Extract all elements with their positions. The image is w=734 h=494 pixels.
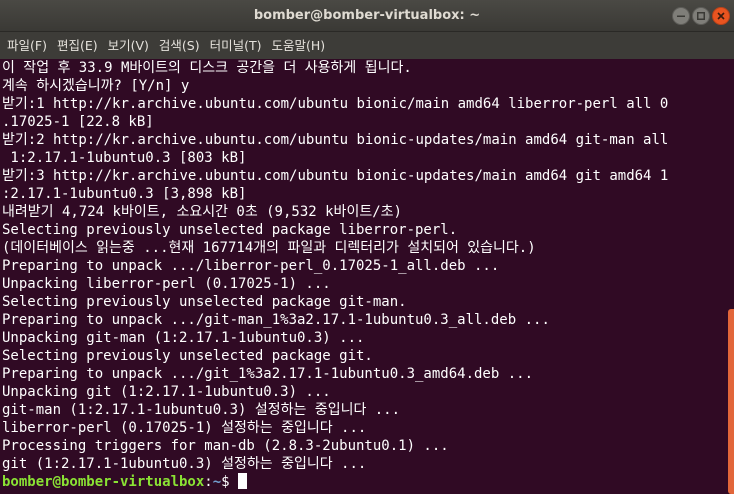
prompt-symbol: $ — [221, 474, 239, 490]
text-cursor — [238, 473, 248, 489]
title-bar[interactable]: bomber@bomber-virtualbox: ~ — [0, 0, 734, 32]
terminal-line: 1:2.17.1-1ubuntu0.3 [803 kB] — [2, 150, 247, 166]
terminal-line: Unpacking git (1:2.17.1-1ubuntu0.3) ... — [2, 384, 331, 400]
scrollbar[interactable] — [727, 59, 734, 494]
terminal-line: Preparing to unpack .../git-man_1%3a2.17… — [2, 312, 550, 328]
minimize-icon — [677, 15, 685, 17]
terminal-line: (데이터베이스 읽는중 ...현재 167714개의 파일과 디렉터리가 설치되… — [2, 240, 536, 256]
close-button[interactable] — [712, 7, 730, 25]
prompt-path: ~ — [212, 474, 222, 490]
terminal-line: 받기:1 http://kr.archive.ubuntu.com/ubuntu… — [2, 96, 669, 112]
terminal-line: 계속 하시겠습니까? [Y/n] y — [2, 78, 190, 94]
terminal-line: Unpacking liberror-perl (0.17025-1) ... — [2, 276, 331, 292]
terminal-line: :2.17.1-1ubuntu0.3 [3,898 kB] — [2, 186, 247, 202]
maximize-icon — [697, 12, 705, 20]
terminal-line: Unpacking git-man (1:2.17.1-1ubuntu0.3) … — [2, 330, 365, 346]
terminal-line: Processing triggers for man-db (2.8.3-2u… — [2, 438, 449, 454]
terminal-line: git-man (1:2.17.1-1ubuntu0.3) 설정하는 중입니다 … — [2, 402, 401, 418]
terminal-line: Selecting previously unselected package … — [2, 294, 407, 310]
terminal-line: 받기:2 http://kr.archive.ubuntu.com/ubuntu… — [2, 132, 669, 148]
terminal-line: liberror-perl (0.17025-1) 설정하는 중입니다 ... — [2, 420, 367, 436]
terminal-line: 이 작업 후 33.9 M바이트의 디스크 공간을 더 사용하게 됩니다. — [2, 60, 412, 76]
terminal-line: git (1:2.17.1-1ubuntu0.3) 설정하는 중입니다 ... — [2, 456, 367, 472]
prompt-separator: : — [204, 474, 213, 490]
command-prompt[interactable]: bomber@bomber-virtualbox:~$ — [2, 473, 727, 491]
maximize-button[interactable] — [692, 7, 710, 25]
terminal-line: Preparing to unpack .../git_1%3a2.17.1-1… — [2, 366, 534, 382]
terminal-line: Selecting previously unselected package … — [2, 348, 373, 364]
scrollbar-thumb[interactable] — [728, 309, 734, 494]
terminal-line: Preparing to unpack .../liberror-perl_0.… — [2, 258, 500, 274]
terminal-line: .17025-1 [22.8 kB] — [2, 114, 154, 130]
terminal-window: bomber@bomber-virtualbox: ~ 파일(F) 편집(E) … — [0, 0, 734, 494]
prompt-user-host: bomber@bomber-virtualbox — [2, 474, 205, 490]
terminal-output[interactable]: 이 작업 후 33.9 M바이트의 디스크 공간을 더 사용하게 됩니다. 계속… — [0, 59, 727, 494]
terminal-line: 내려받기 4,724 k바이트, 소요시간 0초 (9,532 k바이트/초) — [2, 204, 402, 220]
menu-edit[interactable]: 편집(E) — [52, 32, 103, 59]
close-icon — [717, 12, 725, 20]
menu-terminal[interactable]: 터미널(T) — [205, 32, 267, 59]
menu-bar: 파일(F) 편집(E) 보기(V) 검색(S) 터미널(T) 도움말(H) — [0, 32, 734, 59]
menu-view[interactable]: 보기(V) — [103, 32, 154, 59]
menu-search[interactable]: 검색(S) — [154, 32, 205, 59]
minimize-button[interactable] — [672, 7, 690, 25]
window-title: bomber@bomber-virtualbox: ~ — [253, 8, 481, 23]
menu-file[interactable]: 파일(F) — [2, 32, 52, 59]
terminal-line: 받기:3 http://kr.archive.ubuntu.com/ubuntu… — [2, 168, 669, 184]
terminal-line: Selecting previously unselected package … — [2, 222, 458, 238]
menu-help[interactable]: 도움말(H) — [267, 32, 331, 59]
